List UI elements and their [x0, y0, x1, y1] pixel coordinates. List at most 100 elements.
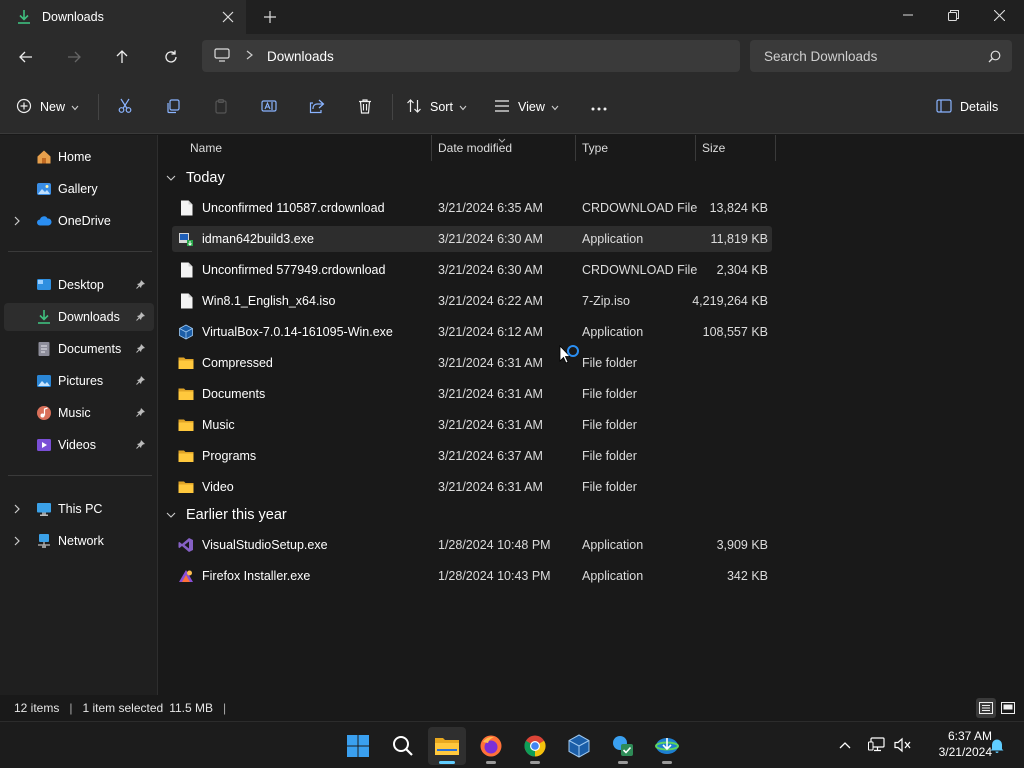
- visual-studio-icon: [178, 537, 194, 553]
- cut-button[interactable]: [112, 91, 138, 123]
- sidebar-item-music[interactable]: Music: [4, 399, 154, 427]
- sidebar-item-desktop[interactable]: Desktop: [4, 271, 154, 299]
- bell-icon: [990, 739, 1004, 753]
- tiles-view-button[interactable]: [998, 698, 1018, 718]
- details-button[interactable]: Details: [936, 91, 1004, 123]
- file-row[interactable]: VirtualBox-7.0.14-161095-Win.exe 3/21/202…: [172, 319, 772, 345]
- sidebar-item-downloads[interactable]: Downloads: [4, 303, 154, 331]
- pin-icon[interactable]: [136, 407, 152, 420]
- more-options-button[interactable]: [586, 91, 612, 123]
- delete-button[interactable]: [352, 91, 378, 123]
- back-button[interactable]: [10, 42, 42, 72]
- file-date-modified: 3/21/2024 6:22 AM: [438, 294, 543, 308]
- network-icon: [36, 533, 52, 549]
- taskbar-task-manager[interactable]: [604, 727, 642, 765]
- column-header-date[interactable]: Date modified: [432, 135, 576, 161]
- chevron-right-icon[interactable]: [8, 504, 26, 514]
- file-row[interactable]: Firefox Installer.exe 1/28/2024 10:43 PM A…: [172, 563, 772, 589]
- tab-downloads[interactable]: Downloads: [0, 0, 246, 34]
- sidebar-item-home[interactable]: Home: [4, 143, 154, 171]
- chevron-right-icon[interactable]: [8, 216, 26, 226]
- refresh-button[interactable]: [155, 42, 187, 72]
- sidebar-item-network[interactable]: Network: [4, 527, 154, 555]
- pin-icon[interactable]: [136, 279, 152, 292]
- file-type: Application: [582, 232, 644, 246]
- group-header-today[interactable]: Today: [166, 165, 225, 191]
- taskbar-idm[interactable]: [648, 727, 686, 765]
- file-type: File folder: [582, 418, 637, 432]
- music-icon: [36, 405, 52, 421]
- file-row[interactable]: Programs 3/21/2024 6:37 AM File folder: [172, 443, 772, 469]
- pin-icon[interactable]: [136, 439, 152, 452]
- firefox-installer-icon: [178, 568, 194, 584]
- pin-icon[interactable]: [136, 343, 152, 356]
- download-icon: [16, 9, 32, 25]
- close-window-button[interactable]: [976, 0, 1022, 30]
- busy-cursor-icon: [559, 345, 583, 370]
- clock[interactable]: 6:37 AM 3/21/2024: [916, 728, 992, 760]
- file-row[interactable]: Documents 3/21/2024 6:31 AM File folder: [172, 381, 772, 407]
- search-icon[interactable]: [976, 50, 1012, 63]
- paste-button[interactable]: [208, 91, 234, 123]
- column-header-type[interactable]: Type: [576, 135, 696, 161]
- file-date-modified: 3/21/2024 6:37 AM: [438, 449, 543, 463]
- copy-button[interactable]: [160, 91, 186, 123]
- file-row[interactable]: idman642build3.exe 3/21/2024 6:30 AM Appli…: [172, 226, 772, 252]
- file-row[interactable]: Unconfirmed 110587.crdownload 3/21/2024 6…: [172, 195, 772, 221]
- chevron-right-icon[interactable]: [8, 536, 26, 546]
- group-header-earlier[interactable]: Earlier this year: [166, 502, 287, 528]
- sidebar-item-pictures[interactable]: Pictures: [4, 367, 154, 395]
- file-type: Application: [582, 325, 644, 339]
- file-name: VirtualBox-7.0.14-161095-Win.exe: [202, 325, 393, 339]
- file-row[interactable]: Win8.1_English_x64.iso 3/21/2024 6:22 AM 7…: [172, 288, 772, 314]
- sidebar-item-gallery[interactable]: Gallery: [4, 175, 154, 203]
- minimize-button[interactable]: [885, 0, 931, 30]
- sidebar-item-onedrive[interactable]: OneDrive: [4, 207, 154, 235]
- file-row[interactable]: Video 3/21/2024 6:31 AM File folder: [172, 474, 772, 500]
- sidebar-item-this-pc[interactable]: This PC: [4, 495, 154, 523]
- rename-button[interactable]: [256, 91, 282, 123]
- file-row[interactable]: Unconfirmed 577949.crdownload 3/21/2024 6…: [172, 257, 772, 283]
- breadcrumb-downloads[interactable]: Downloads: [267, 49, 334, 64]
- new-tab-button[interactable]: [256, 3, 284, 31]
- volume-button[interactable]: [890, 730, 916, 760]
- restore-button[interactable]: [930, 0, 976, 30]
- share-button[interactable]: [304, 91, 330, 123]
- scissors-icon: [117, 98, 133, 117]
- pin-icon[interactable]: [136, 311, 152, 324]
- file-row[interactable]: Compressed 3/21/2024 6:31 AM File folder: [172, 350, 772, 376]
- column-header-size[interactable]: Size: [696, 135, 776, 161]
- sidebar-item-videos[interactable]: Videos: [4, 431, 154, 459]
- taskbar-chrome[interactable]: [516, 727, 554, 765]
- tasks-app-icon: [613, 736, 633, 756]
- new-button[interactable]: New: [16, 91, 79, 123]
- chevron-down-icon: [166, 512, 180, 518]
- network-status-button[interactable]: [864, 730, 890, 760]
- trash-icon: [357, 98, 373, 117]
- file-row[interactable]: Music 3/21/2024 6:31 AM File folder: [172, 412, 772, 438]
- show-hidden-icons-button[interactable]: [832, 730, 858, 760]
- pin-icon[interactable]: [136, 375, 152, 388]
- address-bar[interactable]: Downloads: [202, 40, 740, 72]
- file-row[interactable]: VisualStudioSetup.exe 1/28/2024 10:48 PM A…: [172, 532, 772, 558]
- home-icon: [36, 149, 52, 165]
- tab-title: Downloads: [42, 10, 104, 24]
- sidebar-item-documents[interactable]: Documents: [4, 335, 154, 363]
- details-view-button[interactable]: [976, 698, 996, 718]
- chevron-right-icon: [246, 49, 253, 63]
- up-button[interactable]: [106, 42, 138, 72]
- sort-button[interactable]: Sort: [406, 91, 467, 123]
- taskbar-firefox[interactable]: [472, 727, 510, 765]
- start-button[interactable]: [339, 727, 377, 765]
- search-taskbar-button[interactable]: [384, 727, 422, 765]
- search-box[interactable]: [750, 40, 1012, 72]
- column-header-name[interactable]: Name: [184, 135, 432, 161]
- close-tab-icon[interactable]: [214, 3, 242, 31]
- forward-button[interactable]: [58, 42, 90, 72]
- notifications-button[interactable]: [984, 730, 1010, 760]
- taskbar-file-explorer[interactable]: [428, 727, 466, 765]
- search-input[interactable]: [764, 48, 976, 64]
- taskbar-virtualbox[interactable]: [560, 727, 598, 765]
- file-type: File folder: [582, 356, 637, 370]
- view-button[interactable]: View: [494, 91, 559, 123]
